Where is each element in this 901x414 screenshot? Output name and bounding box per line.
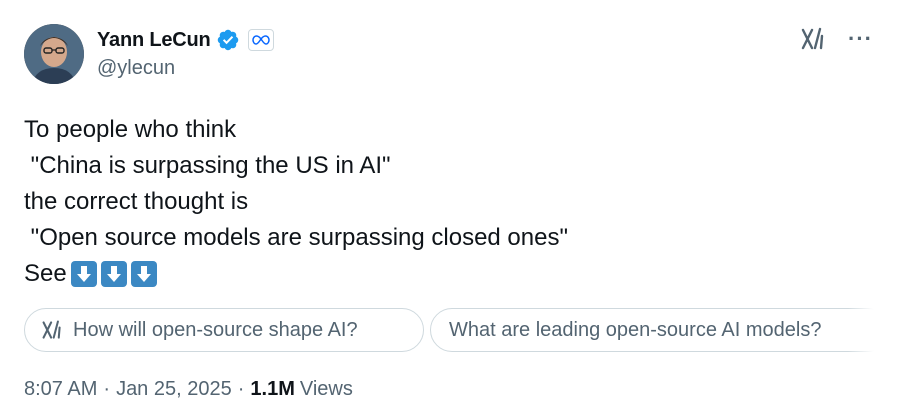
verified-badge-icon[interactable] bbox=[216, 28, 240, 52]
meta-separator: · bbox=[237, 378, 245, 400]
chips-fade-overlay bbox=[848, 308, 874, 352]
down-arrow-emoji-icon bbox=[100, 261, 127, 287]
tweet-time[interactable]: 8:07 AM bbox=[24, 378, 97, 401]
tweet-date[interactable]: Jan 25, 2025 bbox=[116, 378, 232, 401]
author-block: Yann LeCun @ylecun bbox=[97, 27, 274, 80]
see-label: See bbox=[24, 260, 67, 287]
author-name[interactable]: Yann LeCun bbox=[97, 29, 211, 52]
top-actions: ··· bbox=[800, 26, 873, 52]
tweet-line: the correct thought is bbox=[24, 188, 249, 215]
views-label: Views bbox=[299, 378, 353, 400]
meta-affiliation-icon[interactable] bbox=[247, 29, 274, 51]
suggestion-label: How will open-source shape AI? bbox=[73, 318, 358, 341]
more-icon[interactable]: ··· bbox=[848, 28, 873, 50]
tweet-line: To people who think bbox=[24, 116, 237, 143]
grok-icon bbox=[42, 320, 61, 339]
avatar[interactable] bbox=[24, 24, 84, 84]
tweet-line: "China is surpassing the US in AI" bbox=[24, 152, 391, 179]
grok-icon[interactable] bbox=[800, 26, 826, 52]
author-handle[interactable]: @ylecun bbox=[97, 57, 274, 80]
tweet-line: "Open source models are surpassing close… bbox=[24, 224, 568, 251]
tweet-line-see: See bbox=[24, 256, 568, 292]
avatar-photo bbox=[24, 24, 84, 84]
tweet-meta: 8:07 AM · Jan 25, 2025 · 1.1M Views bbox=[24, 378, 353, 401]
down-arrow-emoji-icon bbox=[70, 261, 97, 287]
suggestion-chip[interactable]: How will open-source shape AI? bbox=[24, 308, 424, 352]
suggestion-chip[interactable]: What are leading open-source AI models? bbox=[430, 308, 874, 352]
down-arrow-emoji-icon bbox=[130, 261, 157, 287]
views-count[interactable]: 1.1M bbox=[250, 378, 294, 401]
meta-separator: · bbox=[103, 378, 111, 400]
suggestion-label: What are leading open-source AI models? bbox=[449, 318, 822, 341]
tweet-text: To people who think "China is surpassing… bbox=[24, 112, 568, 292]
grok-suggestions: How will open-source shape AI? What are … bbox=[24, 308, 874, 352]
